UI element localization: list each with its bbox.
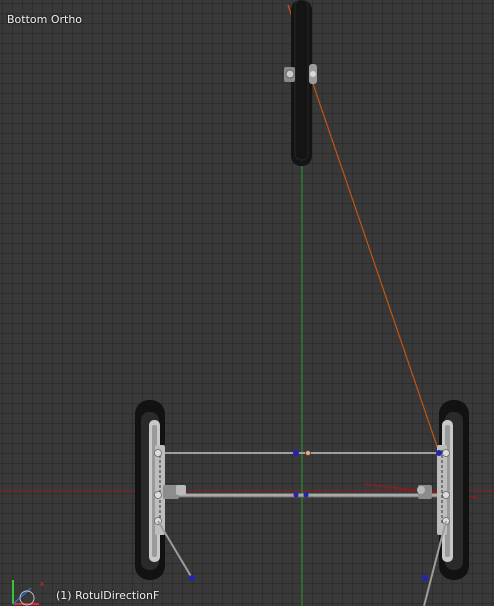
front-wheel[interactable] — [284, 0, 317, 166]
rear-left-wheel[interactable] — [135, 400, 193, 580]
selected-points[interactable] — [189, 450, 442, 581]
active-object-label: (1) RotulDirectionF — [56, 589, 160, 602]
svg-text:x: x — [40, 580, 44, 588]
scene-canvas[interactable] — [0, 0, 494, 606]
view-name-label: Bottom Ortho — [7, 13, 83, 26]
cursor-marker — [305, 450, 311, 456]
3d-viewport[interactable]: Bottom Ortho x (1) RotulDirectionF — [0, 0, 494, 606]
view-axes-icon: x — [12, 580, 44, 606]
